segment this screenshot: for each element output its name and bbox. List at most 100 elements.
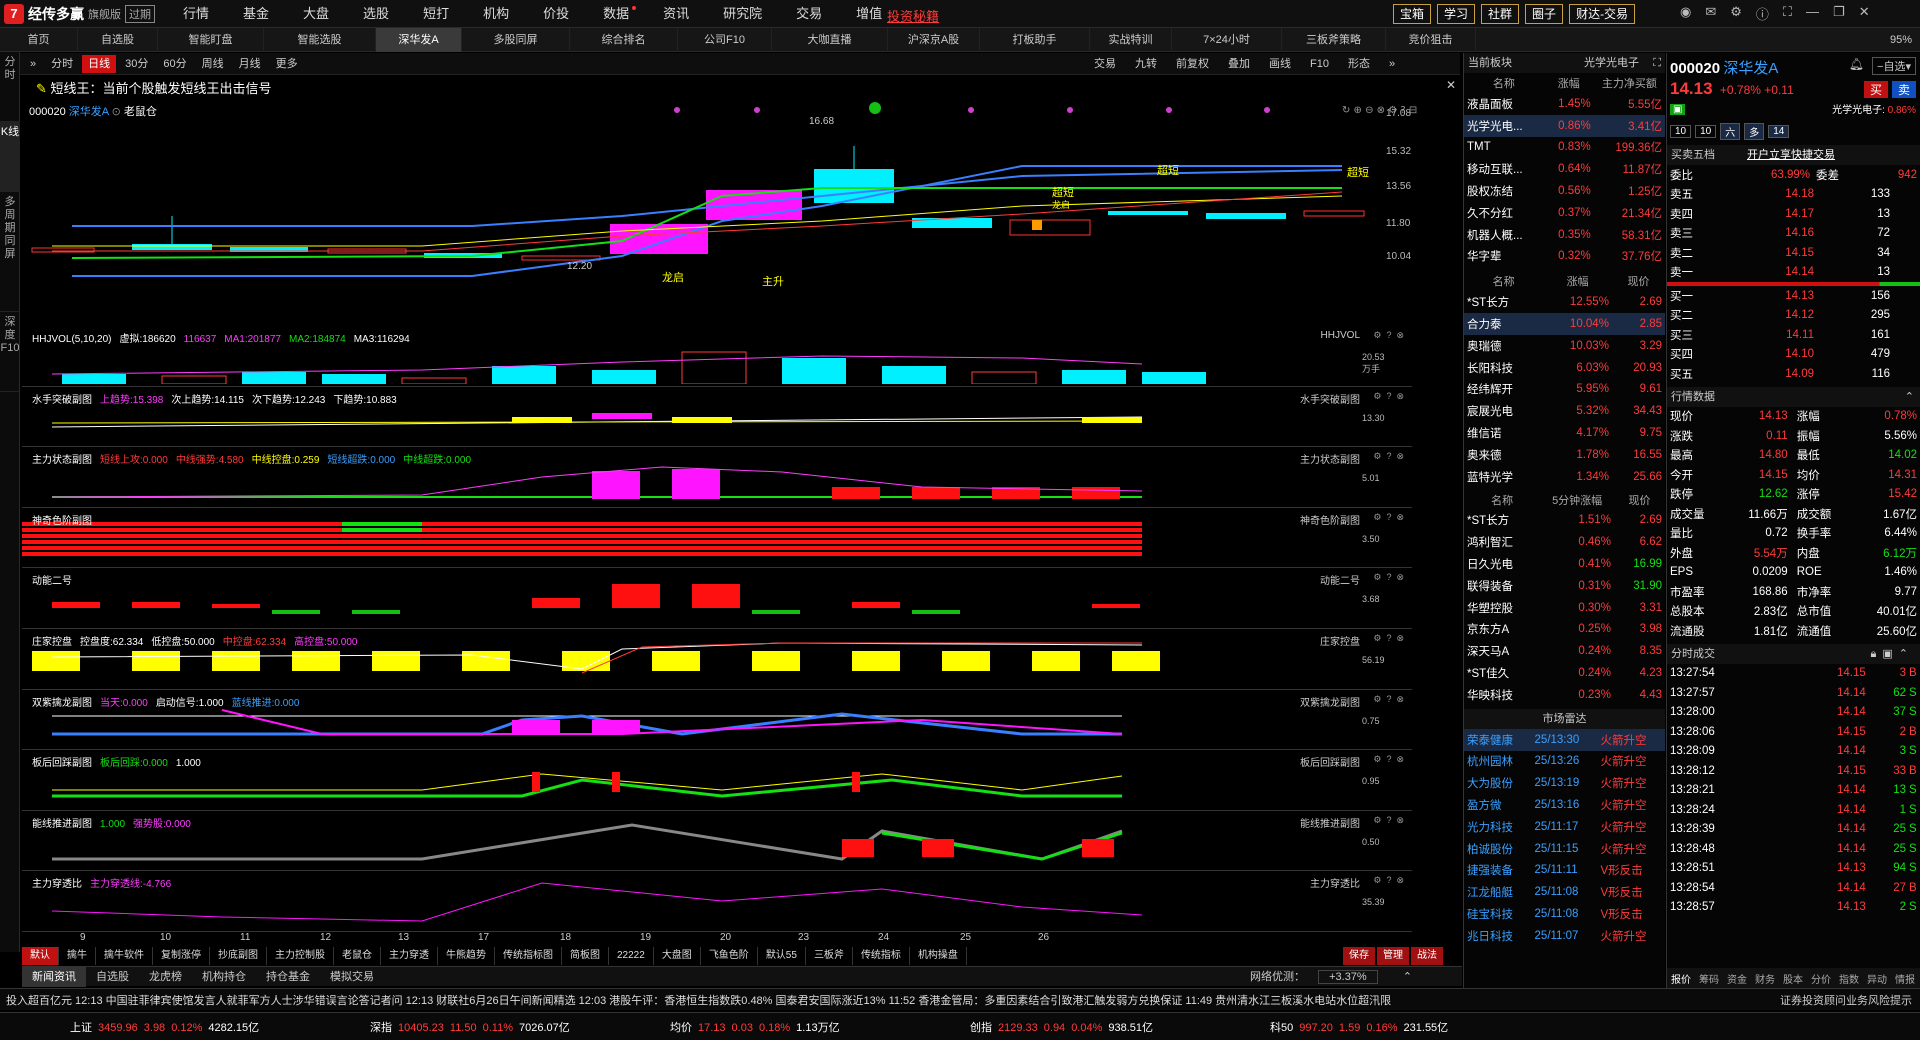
quote-bottom-tab[interactable]: 股本 bbox=[1779, 971, 1807, 986]
indicator-pane[interactable]: 水手突破副图 上趋势:15.398 次上趋势:14.115 次下趋势:12.243 下趋… bbox=[22, 387, 1412, 448]
menu-item[interactable]: 交易 bbox=[779, 0, 839, 28]
tab-9[interactable]: 沪深京A股 bbox=[888, 28, 980, 52]
period-4[interactable]: 周线 bbox=[196, 55, 230, 73]
tab-7[interactable]: 公司F10 bbox=[678, 28, 772, 52]
pane-tool-icons[interactable]: ⚙?⊗ bbox=[1373, 694, 1409, 705]
ticks-tool-icons[interactable]: 🔒︎▣⌃ bbox=[1871, 644, 1914, 664]
quote-tag[interactable]: 10 bbox=[1670, 124, 1692, 138]
news-tab[interactable]: 龙虎榜 bbox=[139, 967, 192, 987]
pane-tool-icons[interactable]: ⚙?⊗ bbox=[1373, 391, 1409, 402]
period-0[interactable]: 分时 bbox=[45, 55, 79, 73]
pane-tool-icons[interactable]: ⚙?⊗ bbox=[1373, 633, 1409, 644]
pane-tool-icons[interactable]: ⚙?⊗ bbox=[1373, 572, 1409, 583]
table-row[interactable]: 合力泰 10.04% 2.85 bbox=[1464, 313, 1665, 335]
table-row[interactable]: 华映科技 0.23% 4.43 bbox=[1464, 684, 1665, 706]
radar-row[interactable]: 盈方微 25/13:16 火箭升空 bbox=[1464, 794, 1665, 816]
top-button[interactable]: 学习 bbox=[1437, 4, 1476, 24]
template-tab[interactable]: 简板图 bbox=[562, 947, 609, 965]
tab-5[interactable]: 多股同屏 bbox=[462, 28, 570, 52]
template-action[interactable]: 保存 bbox=[1343, 947, 1375, 965]
radar-row[interactable]: 大为股份 25/13:19 火箭升空 bbox=[1464, 772, 1665, 794]
table-row[interactable]: 蓝特光学 1.34% 25.66 bbox=[1464, 466, 1665, 488]
template-tab[interactable]: 老鼠仓 bbox=[334, 947, 381, 965]
news-tab[interactable]: 模拟交易 bbox=[320, 967, 384, 987]
radar-row[interactable]: 江龙船艇 25/11:08 V形反击 bbox=[1464, 881, 1665, 903]
table-row[interactable]: 联得装备 0.31% 31.90 bbox=[1464, 575, 1665, 597]
quote-bottom-tab[interactable]: 筹码 bbox=[1695, 971, 1723, 986]
book-row[interactable]: 卖三 14.16 72 bbox=[1667, 224, 1920, 244]
template-tab[interactable]: 主力穿透 bbox=[381, 947, 438, 965]
news-ticker[interactable]: 投入超百亿元 12:13 中国驻菲律宾使馆发言人就菲军方人士涉华错误言论答记者问… bbox=[0, 988, 1920, 1010]
template-tab[interactable]: 擒牛软件 bbox=[96, 947, 153, 965]
indicator-pane[interactable]: 板后回踩副图 板后回踩:0.000 1.000 板后回踩副图 ⚙?⊗ 0.95 bbox=[22, 750, 1412, 811]
table-row[interactable]: 长阳科技 6.03% 20.93 bbox=[1464, 357, 1665, 379]
radar-row[interactable]: 柏诚股份 25/11:15 火箭升空 bbox=[1464, 838, 1665, 860]
indicator-pane[interactable]: 双紫擒龙副图 当天:0.000 启动信号:1.000 蓝线推进:0.000 双紫擒龙副图… bbox=[22, 690, 1412, 751]
indicator-pane[interactable]: HHJVOL(5,10,20) 虚拟:186620 116637 MA1:201877… bbox=[22, 326, 1412, 387]
indicator-pane[interactable]: 能线推进副图 1.000 强势股:0.000 能线推进副图 ⚙?⊗ 0.50 bbox=[22, 811, 1412, 872]
book-row[interactable]: 卖二 14.15 34 bbox=[1667, 243, 1920, 263]
table-row[interactable]: TMT 0.83% 199.36亿 bbox=[1464, 137, 1665, 159]
table-row[interactable]: 鸿利智汇 0.46% 6.62 bbox=[1464, 531, 1665, 553]
skin-icon[interactable]: ◉ bbox=[1680, 4, 1691, 23]
template-tab[interactable]: 主力控制股 bbox=[267, 947, 334, 965]
quote-tag[interactable]: 六 bbox=[1720, 122, 1741, 140]
book-row[interactable]: 卖一 14.14 13 bbox=[1667, 263, 1920, 283]
table-row[interactable]: *ST长方 12.55% 2.69 bbox=[1464, 291, 1665, 313]
chart-tool-icons[interactable]: ↻ ⊕ ⊖ ⊗ ⚙ ? ⊟ bbox=[1342, 105, 1417, 116]
table-row[interactable]: 经纬辉开 5.95% 9.61 bbox=[1464, 379, 1665, 401]
chevron-up-icon[interactable]: ⌃ bbox=[1905, 387, 1914, 407]
menu-item[interactable]: 行情 bbox=[166, 0, 226, 28]
menu-item[interactable]: 大盘 bbox=[286, 0, 346, 28]
template-tab[interactable]: 传统指标图 bbox=[495, 947, 562, 965]
tool-6[interactable]: 形态 bbox=[1342, 55, 1376, 73]
menu-item[interactable]: 基金 bbox=[226, 0, 286, 28]
risk-notice-link[interactable]: 证券投资顾问业务风险提示 bbox=[1772, 991, 1920, 1008]
book-row[interactable]: 卖五 14.18 133 bbox=[1667, 185, 1920, 205]
quote-bottom-tab[interactable]: 报价 bbox=[1667, 971, 1695, 986]
book-row[interactable]: 卖四 14.17 13 bbox=[1667, 204, 1920, 224]
table-row[interactable]: *ST长方 1.51% 2.69 bbox=[1464, 510, 1665, 532]
period-2[interactable]: 30分 bbox=[119, 55, 154, 73]
book-row[interactable]: 买二 14.12 295 bbox=[1667, 306, 1920, 326]
news-tab[interactable]: 新闻资讯 bbox=[22, 966, 86, 987]
indicator-pane[interactable]: 神奇色阶副图 神奇色阶副图 ⚙?⊗ 3.50 bbox=[22, 508, 1412, 569]
table-row[interactable]: 移动互联... 0.64% 11.87亿 bbox=[1464, 158, 1665, 180]
close-banner-icon[interactable]: ✕ bbox=[1446, 78, 1456, 92]
table-row[interactable]: 液晶面板 1.45% 5.55亿 bbox=[1464, 93, 1665, 115]
tab-11[interactable]: 实战特训 bbox=[1090, 28, 1172, 52]
quote-bottom-tab[interactable]: 财务 bbox=[1751, 971, 1779, 986]
pane-tool-icons[interactable]: ⚙?⊗ bbox=[1373, 512, 1409, 523]
template-tab[interactable]: 传统指标 bbox=[853, 947, 910, 965]
table-row[interactable]: 奥瑞德 10.03% 3.29 bbox=[1464, 335, 1665, 357]
news-tab[interactable]: 机构持仓 bbox=[192, 967, 256, 987]
bell-icon[interactable]: 🔔︎ bbox=[1849, 57, 1864, 71]
table-row[interactable]: 奥来德 1.78% 16.55 bbox=[1464, 444, 1665, 466]
tool-3[interactable]: 叠加 bbox=[1222, 55, 1256, 73]
index-status[interactable]: 上证 3459.96 3.98 0.12% 4282.15亿 bbox=[0, 1019, 300, 1035]
template-tab[interactable]: 擒牛 bbox=[59, 947, 96, 965]
radar-row[interactable]: 光力科技 25/11:17 火箭升空 bbox=[1464, 816, 1665, 838]
index-status[interactable]: 深指 10405.23 11.50 0.11% 7026.07亿 bbox=[300, 1019, 600, 1035]
sell-button[interactable]: 卖 bbox=[1891, 81, 1916, 98]
expired-badge[interactable]: 过期 bbox=[125, 5, 155, 23]
tab-3[interactable]: 智能选股 bbox=[264, 28, 376, 52]
top-button[interactable]: 社群 bbox=[1481, 4, 1520, 24]
quote-tag[interactable]: 14 bbox=[1768, 124, 1790, 138]
tab-13[interactable]: 三板斧策略 bbox=[1282, 28, 1386, 52]
menu-item[interactable]: 价投 bbox=[526, 0, 586, 28]
table-row[interactable]: 光学光电... 0.86% 3.41亿 bbox=[1464, 114, 1665, 137]
table-row[interactable]: 机器人概... 0.35% 58.31亿 bbox=[1464, 224, 1665, 246]
indicator-pane[interactable]: 主力穿透比 主力穿透线:-4.766 主力穿透比 ⚙?⊗ 35.39 bbox=[22, 871, 1412, 932]
template-tab[interactable]: 22222 bbox=[609, 947, 654, 965]
tool-1[interactable]: 九转 bbox=[1129, 55, 1163, 73]
promo-link[interactable]: 投资秘籍 bbox=[887, 6, 939, 25]
menu-item[interactable]: 数据 bbox=[586, 0, 646, 28]
expand-icon[interactable]: ⛶ bbox=[1653, 53, 1661, 73]
period-6[interactable]: 更多 bbox=[270, 55, 304, 73]
zoom-level[interactable]: 95% bbox=[1882, 28, 1920, 51]
table-row[interactable]: 维信诺 4.17% 9.75 bbox=[1464, 422, 1665, 444]
expand-left-icon[interactable]: » bbox=[24, 55, 42, 73]
period-1[interactable]: 日线 bbox=[82, 55, 117, 73]
table-row[interactable]: 华字辈 0.32% 37.76亿 bbox=[1464, 246, 1665, 268]
